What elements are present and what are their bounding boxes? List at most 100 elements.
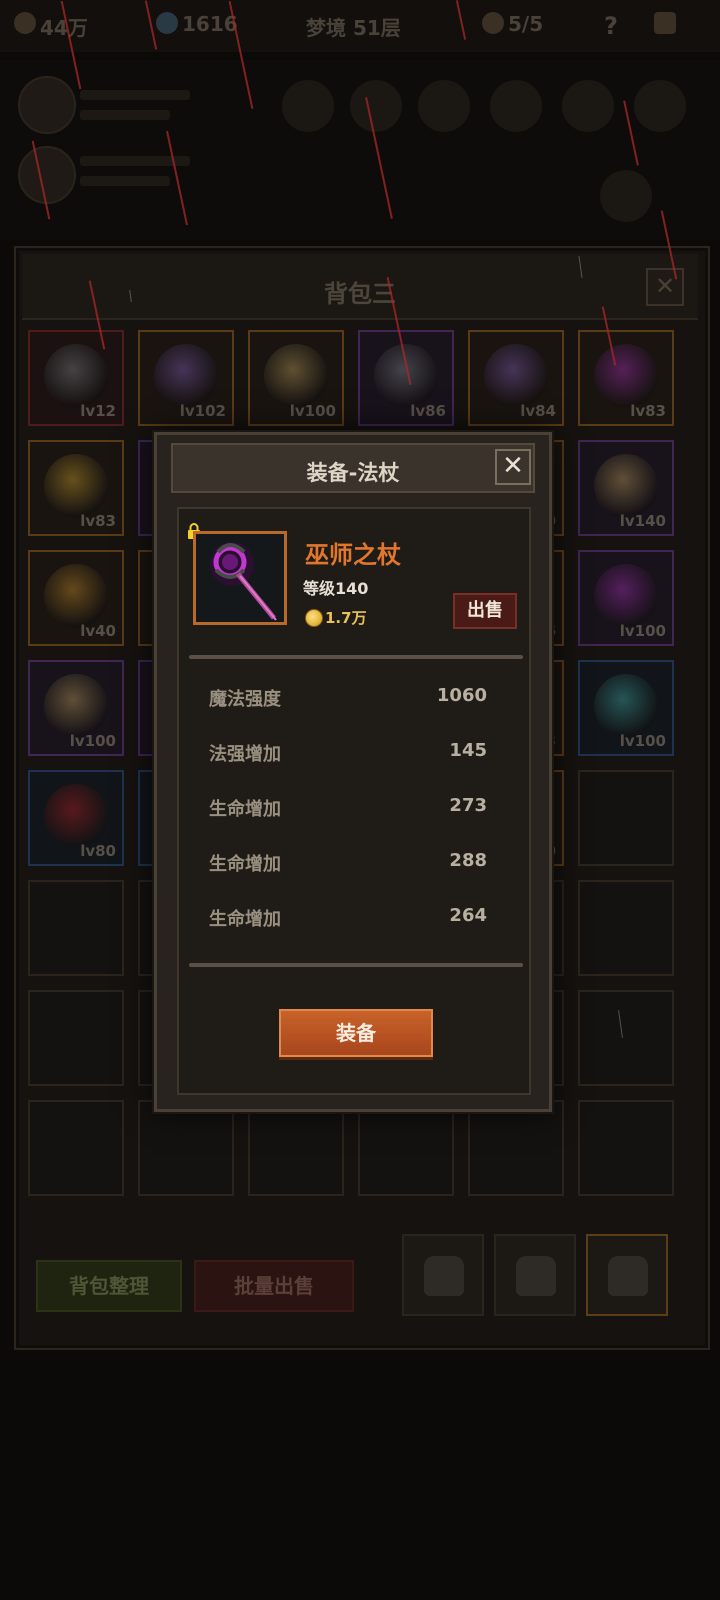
stat-value: 288 xyxy=(449,850,487,871)
stat-name: 生命增加 xyxy=(209,799,281,820)
item-level-label: lv80 xyxy=(80,842,116,860)
stat-value: 1060 xyxy=(436,685,487,706)
item-name: 巫师之杖 xyxy=(305,541,401,569)
item-level-label: lv102 xyxy=(179,402,226,420)
dialog-header: 装备-法杖 xyxy=(171,443,535,493)
inventory-slot[interactable]: lv83 xyxy=(28,440,124,536)
bag-tab-3[interactable] xyxy=(586,1234,668,1316)
bag-tab-1[interactable] xyxy=(402,1234,484,1316)
inventory-slot[interactable]: lv100 xyxy=(578,660,674,756)
sword-icon xyxy=(484,344,548,408)
item-level-label: lv100 xyxy=(289,402,336,420)
inventory-slot[interactable]: lv80 xyxy=(28,770,124,866)
inventory-slot[interactable] xyxy=(28,880,124,976)
staff-icon xyxy=(594,564,658,628)
inventory-slot[interactable]: lv100 xyxy=(28,660,124,756)
stat-value: 264 xyxy=(449,905,487,926)
settings-icon[interactable] xyxy=(654,12,676,34)
item-level-label: lv40 xyxy=(80,622,116,640)
sort-bag-button[interactable]: 背包整理 xyxy=(36,1260,182,1312)
item-icon-frame xyxy=(193,531,287,625)
item-level: 等级140 xyxy=(303,579,369,598)
energy-icon xyxy=(482,12,504,34)
sell-button[interactable]: 出售 xyxy=(453,593,517,629)
skill-icon[interactable] xyxy=(562,80,614,132)
inventory-slot[interactable] xyxy=(248,1100,344,1196)
skill-icon[interactable] xyxy=(282,80,334,132)
equipment-dialog: 装备-法杖 ✕ 巫师之杖 等级140 1.7万 出售 魔法强度 1060 法强增… xyxy=(154,432,552,1112)
batch-sell-button[interactable]: 批量出售 xyxy=(194,1260,354,1312)
inventory-slot[interactable] xyxy=(578,770,674,866)
inventory-slot[interactable]: lv100 xyxy=(578,550,674,646)
item-level-label: lv140 xyxy=(619,512,666,530)
ring-icon xyxy=(44,344,108,408)
inventory-slot[interactable]: lv140 xyxy=(578,440,674,536)
orb-icon xyxy=(594,674,658,738)
item-level-label: lv83 xyxy=(80,512,116,530)
inventory-slot[interactable] xyxy=(138,1100,234,1196)
staff-icon xyxy=(210,542,277,621)
item-level-label: lv100 xyxy=(619,622,666,640)
dungeon-floor: 梦境 51层 xyxy=(306,16,401,40)
item-level-label: lv100 xyxy=(619,732,666,750)
skill-icon[interactable] xyxy=(634,80,686,132)
divider xyxy=(189,655,523,659)
inventory-slot[interactable] xyxy=(578,880,674,976)
bag-tab-2[interactable] xyxy=(494,1234,576,1316)
ring-icon xyxy=(44,564,108,628)
staff-icon xyxy=(594,344,658,408)
skill-icon[interactable] xyxy=(490,80,542,132)
inventory-slot[interactable]: lv40 xyxy=(28,550,124,646)
backpack-header: 背包三 ✕ xyxy=(22,254,698,320)
gold-coin-icon xyxy=(14,12,36,34)
help-button[interactable]: ? xyxy=(604,12,618,40)
ring-icon xyxy=(264,344,328,408)
backpack-title: 背包三 xyxy=(324,280,396,308)
item-level-label: lv84 xyxy=(520,402,556,420)
amulet-icon xyxy=(44,454,108,518)
top-status-bar: 44万 1616 梦境 51层 5/5 ? xyxy=(0,0,720,52)
sword-icon xyxy=(154,344,218,408)
inventory-slot[interactable]: lv86 xyxy=(358,330,454,426)
stat-name: 生命增加 xyxy=(209,854,281,875)
inventory-slot[interactable] xyxy=(28,990,124,1086)
stat-name: 魔法强度 xyxy=(209,689,281,710)
divider xyxy=(189,963,523,967)
hero-health-bar xyxy=(80,90,190,100)
stat-name: 法强增加 xyxy=(209,744,281,765)
inventory-slot[interactable]: lv102 xyxy=(138,330,234,426)
equip-button[interactable]: 装备 xyxy=(279,1009,433,1057)
hero-mana-bar xyxy=(80,176,170,186)
hero-avatar[interactable] xyxy=(18,76,76,134)
inventory-slot[interactable] xyxy=(578,990,674,1086)
backpack-icon xyxy=(608,1256,648,1296)
dialog-close-button[interactable]: ✕ xyxy=(495,449,531,485)
inventory-slot[interactable] xyxy=(358,1100,454,1196)
backpack-close-button[interactable]: ✕ xyxy=(646,268,684,306)
backpack-icon xyxy=(516,1256,556,1296)
ring-icon xyxy=(44,674,108,738)
inventory-slot[interactable] xyxy=(28,1100,124,1196)
stat-value: 145 xyxy=(449,740,487,761)
inventory-slot[interactable]: lv100 xyxy=(248,330,344,426)
inventory-slot[interactable]: lv12 xyxy=(28,330,124,426)
dialog-title: 装备-法杖 xyxy=(306,461,400,485)
gem-amount: 1616 xyxy=(182,12,238,36)
skill-icon[interactable] xyxy=(418,80,470,132)
gold-coin-icon xyxy=(305,609,323,627)
inventory-slot[interactable]: lv83 xyxy=(578,330,674,426)
stat-name: 生命增加 xyxy=(209,909,281,930)
hero-avatar[interactable] xyxy=(18,146,76,204)
skill-icon[interactable] xyxy=(600,170,652,222)
skill-icon[interactable] xyxy=(350,80,402,132)
item-level-label: lv83 xyxy=(630,402,666,420)
energy-count: 5/5 xyxy=(508,12,544,36)
hero-party-area xyxy=(0,60,720,240)
inventory-slot[interactable] xyxy=(578,1100,674,1196)
inventory-slot[interactable] xyxy=(468,1100,564,1196)
item-level-label: lv86 xyxy=(410,402,446,420)
armor-icon xyxy=(374,344,438,408)
inventory-slot[interactable]: lv84 xyxy=(468,330,564,426)
item-level-label: lv100 xyxy=(69,732,116,750)
pendant-icon xyxy=(44,784,108,848)
